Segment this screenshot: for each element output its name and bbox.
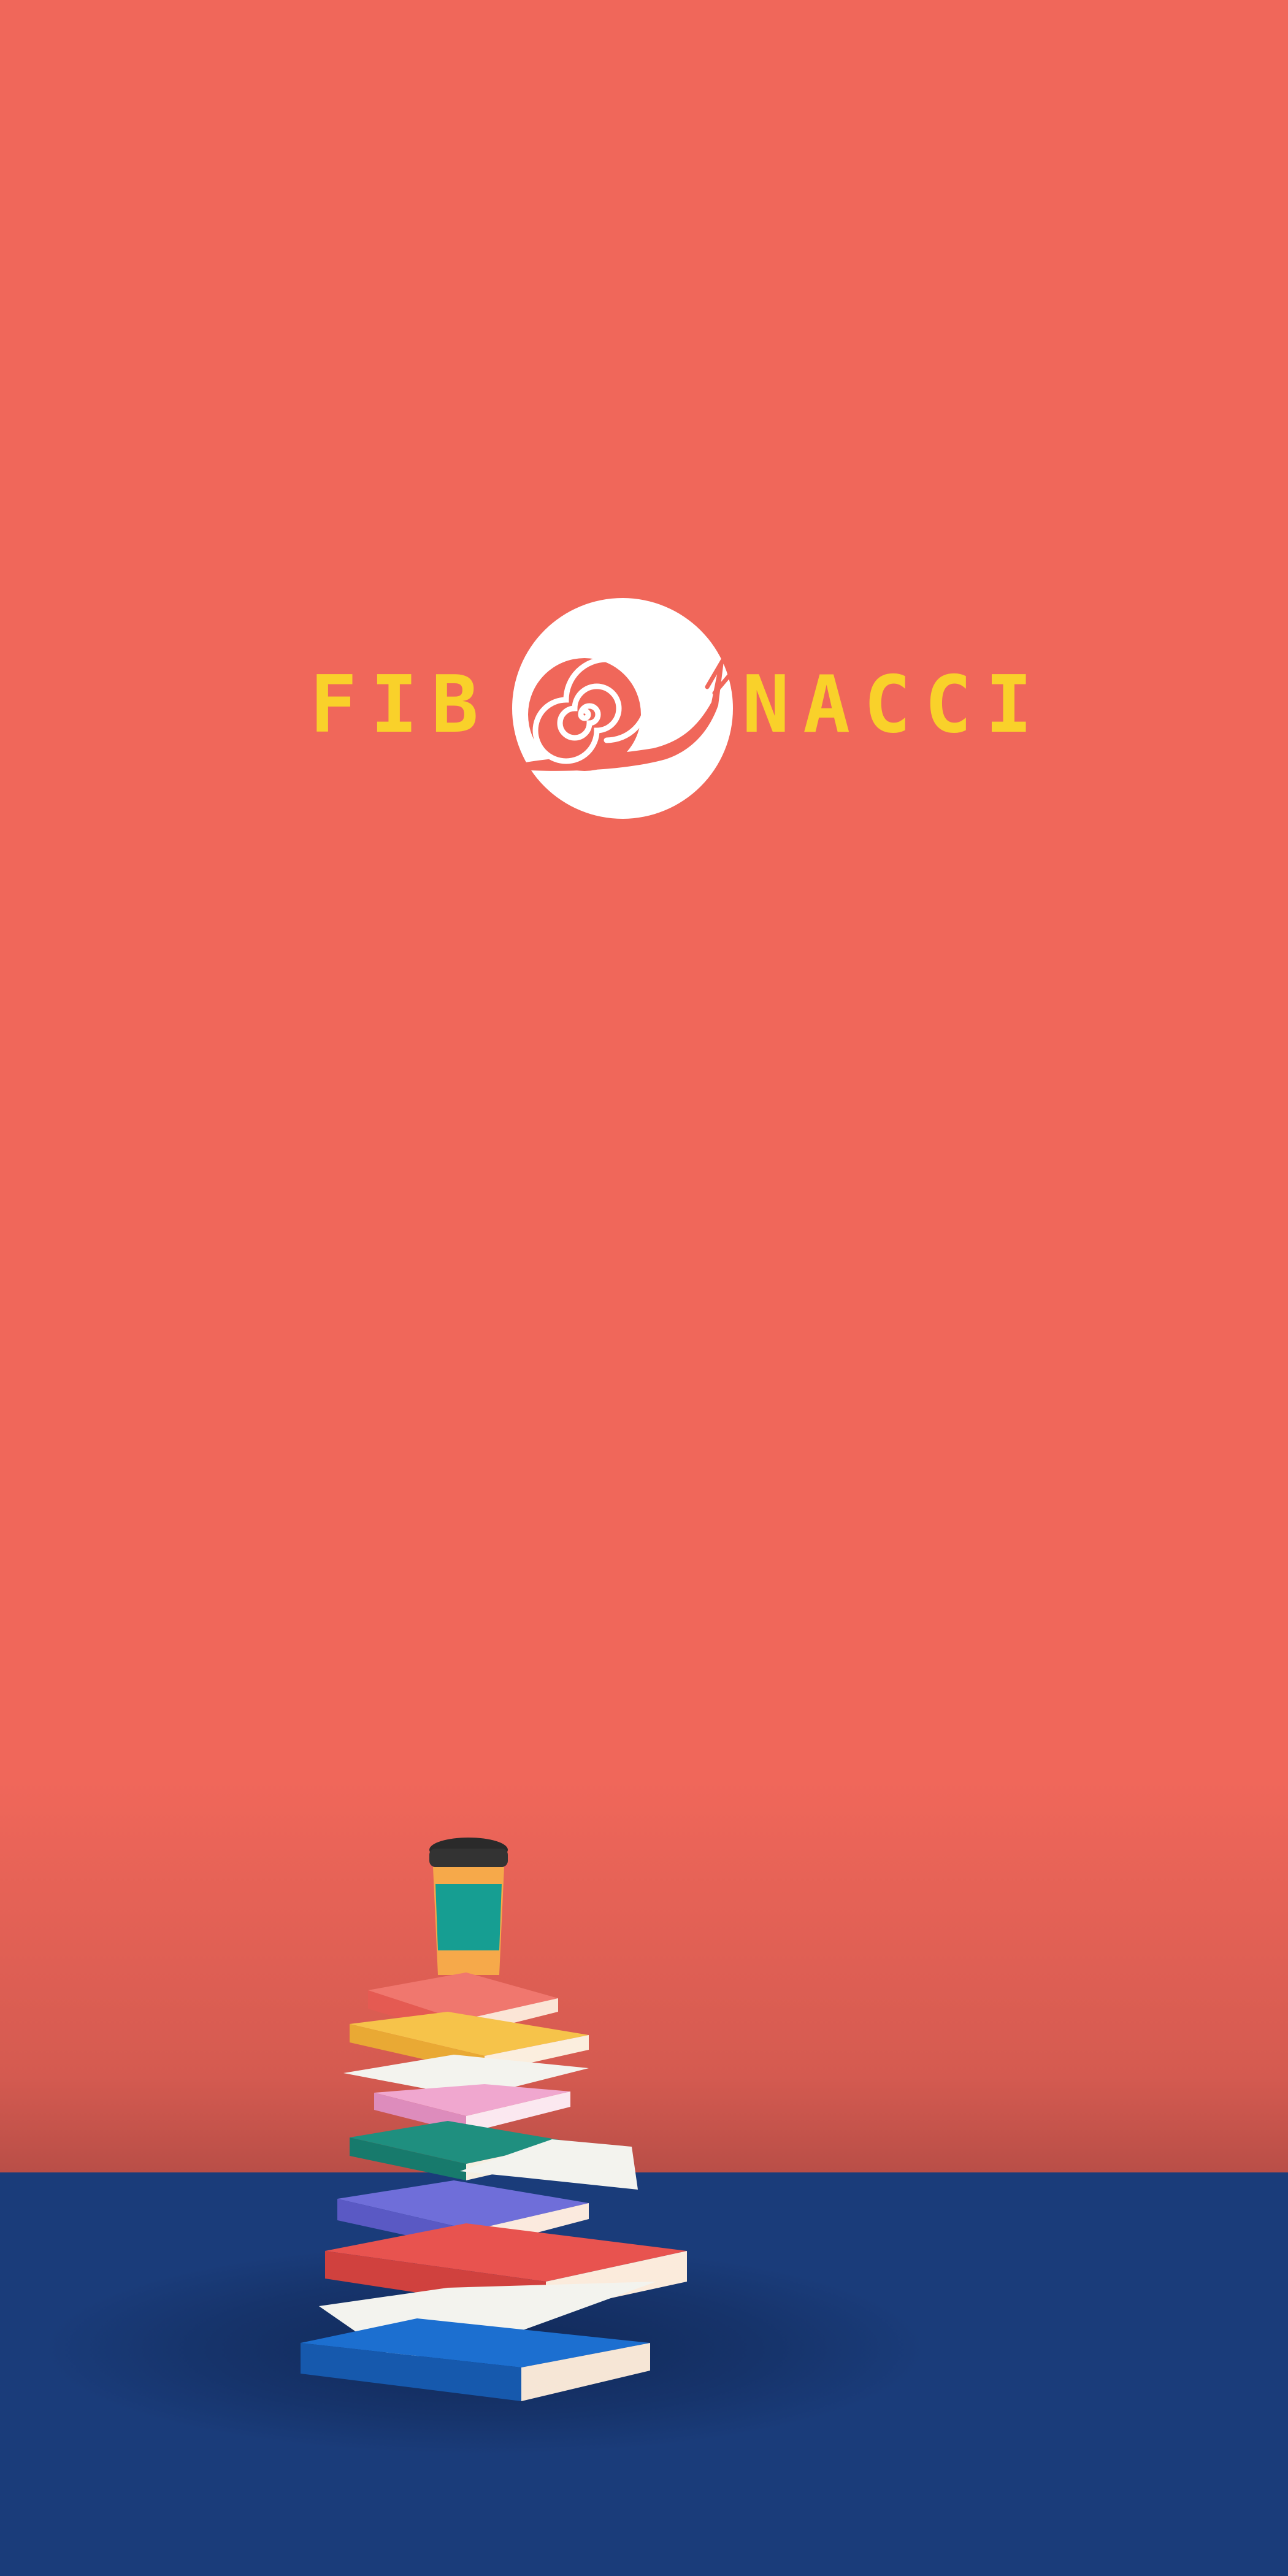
brand-logo: FIB NACCI — [310, 595, 1070, 822]
brand-name-right: NACCI — [742, 659, 1046, 751]
brand-name-left: FIB — [310, 659, 493, 751]
snail-icon — [512, 598, 733, 819]
stacked-books-coffee-icon — [301, 1838, 687, 2401]
splash-screen: FIB NACCI — [0, 0, 1288, 2576]
coffee-cup-icon — [429, 1838, 508, 1975]
